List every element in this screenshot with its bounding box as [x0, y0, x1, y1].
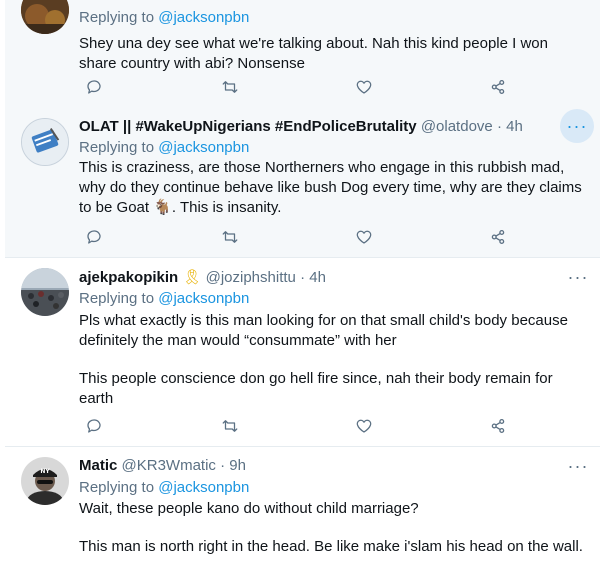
replying-to: Replying to @jacksonpbn — [79, 478, 249, 498]
retweet-icon — [222, 231, 238, 243]
retweet-button[interactable] — [219, 415, 241, 437]
user-handle[interactable]: @olatdove — [421, 118, 493, 135]
retweet-icon — [222, 420, 238, 432]
share-icon — [491, 418, 505, 434]
share-icon — [491, 229, 505, 245]
reply-button[interactable] — [83, 415, 105, 437]
replying-label: Replying to — [79, 479, 155, 496]
replying-handle-link[interactable]: @jacksonpbn — [158, 290, 249, 307]
reply-icon — [87, 80, 101, 94]
tweet-text: This is craziness, are those Northerners… — [79, 158, 584, 218]
tweet-3[interactable]: ajekpakopikin 🎗 @joziphshittu · 4h ··· R… — [5, 258, 600, 446]
like-button[interactable] — [353, 415, 375, 437]
reply-button[interactable] — [83, 76, 105, 98]
like-icon — [356, 419, 372, 433]
separator-dot: · — [220, 457, 226, 474]
replying-to: Replying to @jacksonpbn — [79, 8, 249, 28]
display-name[interactable]: ajekpakopikin — [79, 269, 178, 286]
separator-dot: · — [300, 269, 306, 286]
more-icon: ··· — [567, 266, 589, 287]
tweet-2[interactable]: OLAT || #WakeUpNigerians #EndPoliceBruta… — [5, 109, 600, 257]
tweet-text: Shey una dey see what we're talking abou… — [79, 34, 584, 74]
avatar[interactable] — [21, 118, 69, 166]
timestamp[interactable]: 4h — [309, 269, 326, 286]
more-icon: ··· — [567, 455, 589, 476]
avatar[interactable] — [21, 0, 69, 34]
avatar-image — [21, 0, 69, 34]
tweet-paragraph: This people conscience don go hell fire … — [79, 370, 553, 407]
share-button[interactable] — [487, 76, 509, 98]
avatar-image — [21, 268, 69, 316]
share-button[interactable] — [487, 415, 509, 437]
display-name[interactable]: Matic — [79, 457, 117, 474]
more-icon: ··· — [566, 115, 588, 136]
svg-text:NY: NY — [40, 468, 50, 475]
replying-handle-link[interactable]: @jacksonpbn — [158, 9, 249, 26]
tweet-text: Pls what exactly is this man looking for… — [79, 311, 584, 409]
separator-dot: · — [496, 118, 502, 135]
replying-label: Replying to — [79, 9, 155, 26]
tweet-4[interactable]: NY Matic @KR3Wmatic · 9h ··· Replying to… — [5, 447, 600, 567]
tweet-actions — [79, 415, 509, 437]
avatar[interactable]: NY — [21, 457, 69, 505]
replying-label: Replying to — [79, 139, 155, 156]
tweet-header: ajekpakopikin 🎗 @joziphshittu · 4h — [79, 268, 326, 288]
replying-label: Replying to — [79, 290, 155, 307]
reply-icon — [87, 419, 101, 433]
tweet-paragraph: Pls what exactly is this man looking for… — [79, 312, 568, 349]
tweet-header: OLAT || #WakeUpNigerians #EndPoliceBruta… — [79, 117, 523, 137]
tweet-text: Wait, these people kano do without child… — [79, 499, 584, 557]
tweet-paragraph: This is craziness, are those Northerners… — [79, 159, 582, 216]
more-options-button[interactable]: ··· — [560, 109, 594, 143]
replying-handle-link[interactable]: @jacksonpbn — [158, 479, 249, 496]
reply-button[interactable] — [83, 226, 105, 248]
retweet-button[interactable] — [219, 76, 241, 98]
retweet-button[interactable] — [219, 226, 241, 248]
tweet-actions — [79, 226, 509, 248]
like-button[interactable] — [353, 226, 375, 248]
retweet-icon — [222, 81, 238, 93]
tweet-header: Matic @KR3Wmatic · 9h — [79, 456, 246, 476]
tweet-1[interactable]: Replying to @jacksonpbn Shey una dey see… — [5, 0, 600, 112]
avatar-image — [22, 119, 68, 165]
tweet-paragraph: This man is north right in the head. Be … — [79, 538, 583, 555]
replying-to: Replying to @jacksonpbn — [79, 289, 249, 309]
like-button[interactable] — [353, 76, 375, 98]
tweet-paragraph: Wait, these people kano do without child… — [79, 500, 419, 517]
replying-to: Replying to @jacksonpbn — [79, 138, 249, 158]
timestamp[interactable]: 4h — [506, 118, 523, 135]
reply-icon — [87, 230, 101, 244]
timestamp[interactable]: 9h — [229, 457, 246, 474]
more-options-button[interactable]: ··· — [561, 449, 595, 483]
share-button[interactable] — [487, 226, 509, 248]
user-handle[interactable]: @joziphshittu — [206, 269, 296, 286]
user-handle[interactable]: @KR3Wmatic — [122, 457, 216, 474]
avatar-image: NY — [21, 457, 69, 505]
ribbon-icon: 🎗 — [182, 269, 202, 286]
avatar[interactable] — [21, 268, 69, 316]
tweet-actions — [79, 76, 509, 98]
like-icon — [356, 80, 372, 94]
more-options-button[interactable]: ··· — [561, 260, 595, 294]
replying-handle-link[interactable]: @jacksonpbn — [158, 139, 249, 156]
display-name[interactable]: OLAT || #WakeUpNigerians #EndPoliceBruta… — [79, 118, 417, 135]
like-icon — [356, 230, 372, 244]
share-icon — [491, 79, 505, 95]
tweet-paragraph: Shey una dey see what we're talking abou… — [79, 35, 548, 72]
